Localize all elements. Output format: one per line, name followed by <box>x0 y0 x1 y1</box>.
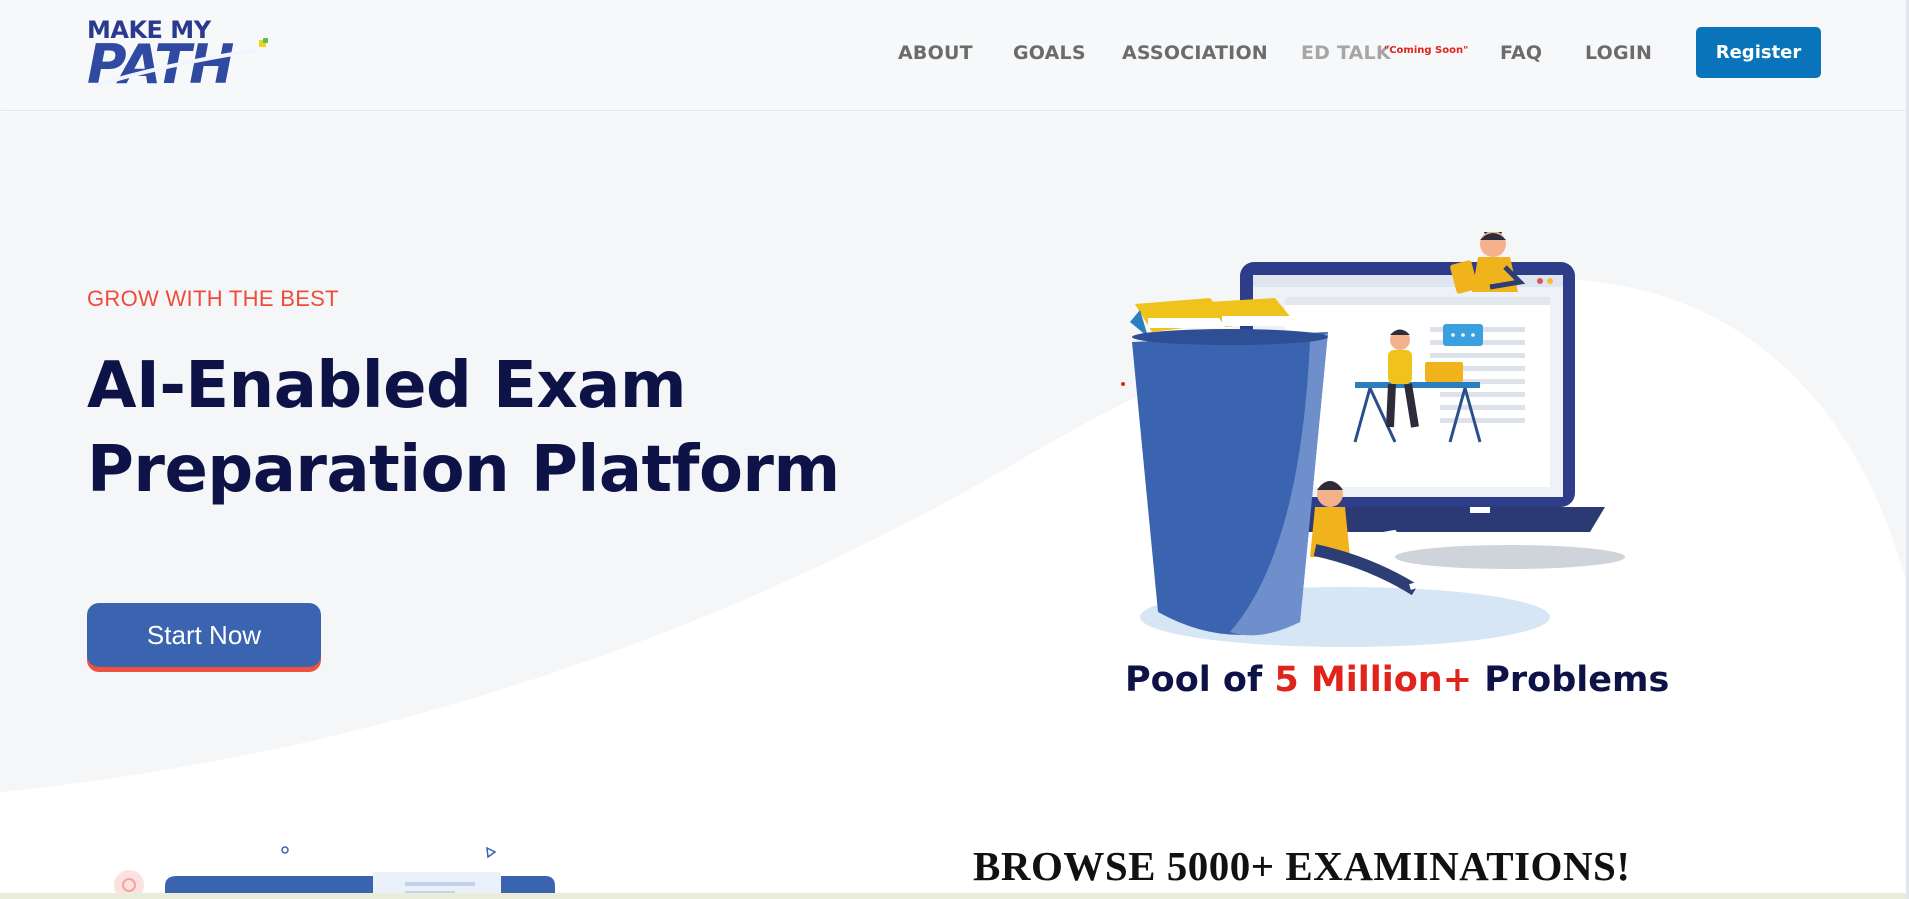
problem-pool-text: Pool of 5 Million+ Problems <box>1125 660 1669 700</box>
nav-ed-talk[interactable]: ED TALK <box>1301 42 1391 64</box>
logo-swoosh-icon <box>94 38 268 88</box>
pool-highlight: 5 Million+ <box>1274 660 1473 700</box>
nav-goals[interactable]: GOALS <box>1013 42 1086 64</box>
make-my-path-logo[interactable]: MAKE MY PATH <box>87 16 269 96</box>
bottom-divider <box>0 893 1909 899</box>
hero-section: GROW WITH THE BEST AI-Enabled Exam Prepa… <box>0 112 1909 801</box>
hero-kicker: GROW WITH THE BEST <box>87 286 339 311</box>
nav-association[interactable]: ASSOCIATION <box>1122 42 1268 64</box>
nav-login[interactable]: LOGIN <box>1585 42 1652 64</box>
register-button[interactable]: Register <box>1696 27 1821 78</box>
headline-line-1: AI-Enabled Exam <box>87 349 687 423</box>
pool-suffix: Problems <box>1472 660 1670 700</box>
headline-line-2: Preparation Platform <box>87 433 840 507</box>
coming-soon-badge: "Coming Soon" <box>1384 45 1469 56</box>
nav-about[interactable]: ABOUT <box>898 42 973 64</box>
browse-examinations-heading: BROWSE 5000+ EXAMINATIONS! <box>973 843 1631 889</box>
site-header: MAKE MY PATH ABOUT GOALS ASSOCIATION ED … <box>0 0 1909 111</box>
nav-faq[interactable]: FAQ <box>1500 42 1542 64</box>
study-illustration-icon <box>1121 232 1625 647</box>
start-now-button[interactable]: Start Now <box>87 603 321 667</box>
hero-headline: AI-Enabled Exam Preparation Platform <box>87 344 887 512</box>
browse-illustration-icon <box>114 846 555 899</box>
pool-prefix: Pool of <box>1125 660 1275 700</box>
